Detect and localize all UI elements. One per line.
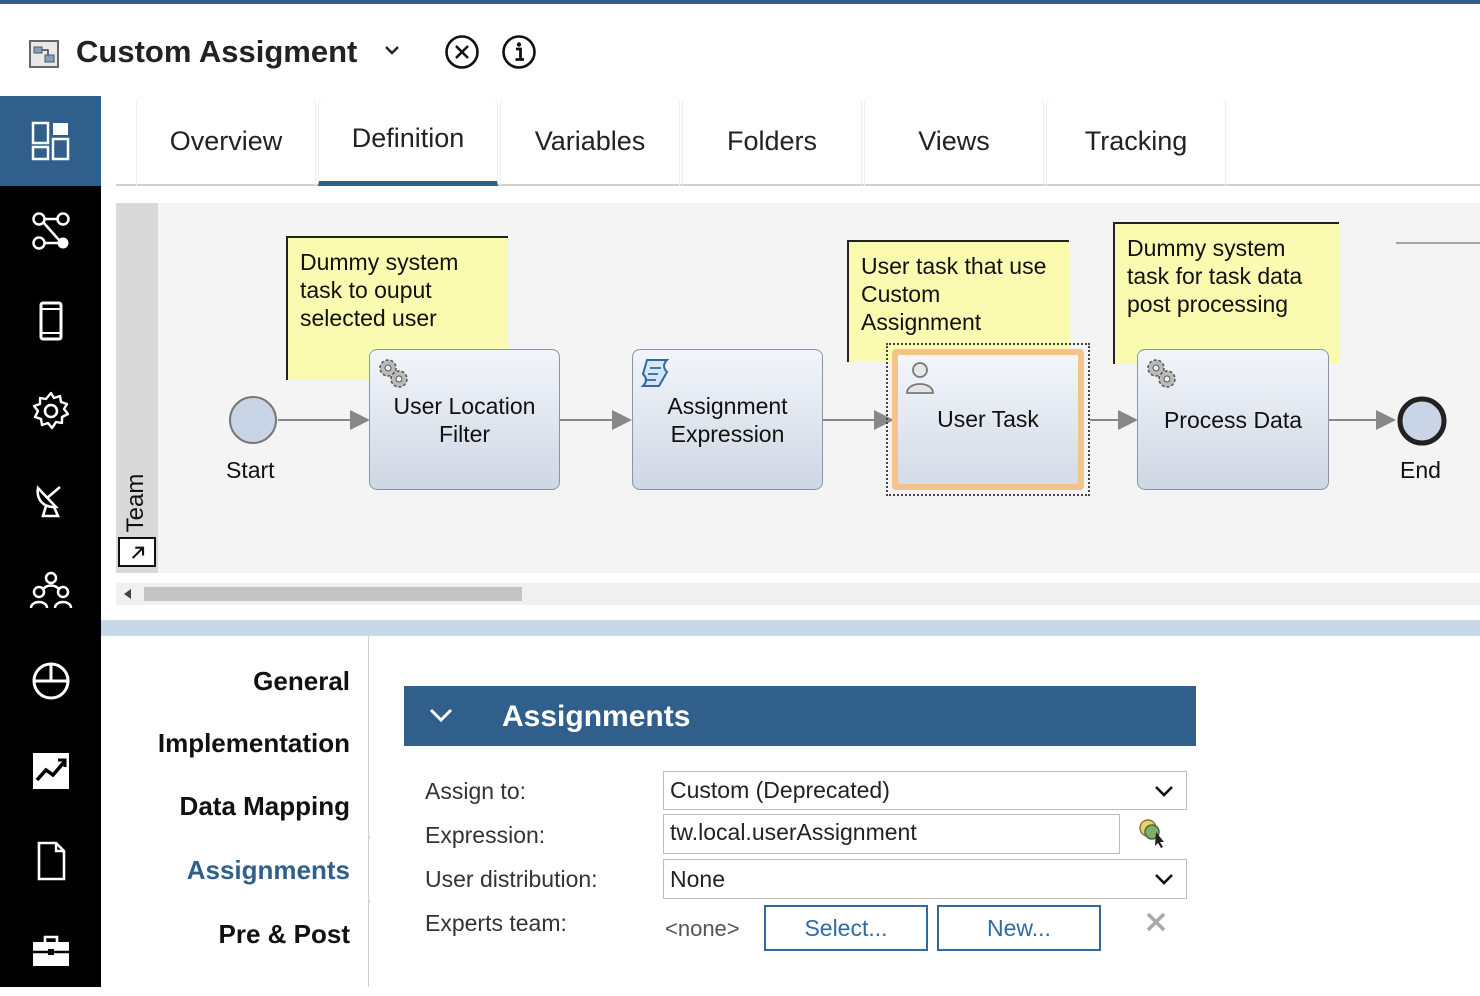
tab-views[interactable]: Views [864, 96, 1044, 186]
nav-process-item[interactable] [0, 186, 101, 276]
assign-to-label: Assign to: [425, 778, 526, 804]
distribution-value: None [670, 865, 725, 892]
nav-files-item[interactable] [0, 816, 101, 906]
close-icon[interactable] [444, 34, 480, 70]
chevron-down-icon [1155, 786, 1173, 797]
process-diagram-canvas[interactable]: Team Start Dummy system task to ouput se… [116, 203, 1480, 573]
nav-reports-item[interactable] [0, 636, 101, 726]
variable-picker-icon[interactable] [1136, 816, 1170, 848]
nav-mobile-item[interactable] [0, 276, 101, 366]
nav-teams-item[interactable] [0, 546, 101, 636]
canvas-horizontal-scrollbar[interactable] [116, 583, 1480, 605]
experts-team-value: <none> [665, 916, 740, 941]
toolbox-icon [32, 935, 69, 966]
satellite-dish-icon [35, 485, 61, 518]
chevron-down-icon[interactable] [382, 40, 402, 60]
panel-splitter[interactable] [101, 620, 1480, 636]
assign-to-value: Custom (Deprecated) [670, 777, 890, 803]
task-user-task[interactable]: User Task [892, 349, 1084, 490]
scrollbar-thumb[interactable] [144, 587, 522, 601]
user-icon [906, 362, 934, 394]
task-label: Assignment Expression [667, 392, 788, 447]
new-team-button[interactable]: New... [937, 905, 1101, 951]
chevron-down-icon[interactable] [428, 704, 454, 726]
ptab-data-mapping[interactable]: Data Mapping [180, 791, 350, 822]
process-app-icon [29, 40, 59, 68]
dashboard-icon [31, 121, 69, 161]
start-event[interactable] [228, 395, 278, 445]
pie-chart-icon [32, 662, 69, 700]
tab-definition[interactable]: Definition [318, 96, 498, 186]
expression-input[interactable]: tw.local.userAssignment [663, 814, 1120, 854]
nav-events-item[interactable] [0, 456, 101, 546]
assign-to-select[interactable]: Custom (Deprecated) [663, 771, 1187, 810]
tab-folders[interactable]: Folders [682, 96, 862, 186]
chevron-down-icon [1155, 874, 1173, 885]
tab-variables[interactable]: Variables [500, 96, 680, 186]
tab-tracking[interactable]: Tracking [1046, 96, 1226, 186]
task-user-location-filter[interactable]: User Location Filter [369, 349, 560, 490]
page-title[interactable]: Custom Assigment [76, 34, 357, 70]
section-title: Assignments [502, 700, 691, 733]
select-team-button[interactable]: Select... [764, 905, 928, 951]
ptab-general[interactable]: General [253, 666, 350, 697]
scroll-left-icon[interactable] [124, 589, 131, 599]
nav-overview-item[interactable] [0, 96, 101, 186]
team-icon [29, 571, 72, 609]
gears-icon [1147, 359, 1176, 388]
note-post-processing[interactable]: Dummy system task for task data post pro… [1113, 222, 1339, 364]
distribution-label: User distribution: [425, 866, 598, 892]
start-label: Start [226, 457, 275, 483]
task-label: User Task [937, 406, 1039, 432]
nav-trends-item[interactable] [0, 726, 101, 816]
mobile-icon [39, 301, 62, 341]
task-label: User Location Filter [393, 392, 536, 447]
editor-tabs: Overview Definition Variables Folders Vi… [116, 96, 1480, 186]
nav-toolkits-item[interactable] [0, 906, 101, 996]
task-assignment-expression[interactable]: Assignment Expression [632, 349, 823, 490]
expression-value: tw.local.userAssignment [670, 819, 917, 845]
experts-team-label: Experts team: [425, 910, 567, 936]
nav-settings-item[interactable] [0, 366, 101, 456]
process-flow-icon [31, 212, 70, 250]
task-label: Process Data [1163, 406, 1303, 433]
title-bar: Custom Assigment [0, 4, 1480, 96]
end-event[interactable] [1396, 395, 1448, 447]
gear-icon [32, 391, 69, 430]
document-icon [37, 841, 65, 881]
distribution-select[interactable]: None [663, 859, 1187, 899]
ptab-assignments[interactable]: Assignments [187, 855, 350, 886]
expression-label: Expression: [425, 822, 546, 848]
clear-icon[interactable] [1144, 910, 1168, 934]
property-tabs: General Implementation Data Mapping Assi… [101, 636, 369, 987]
script-icon [640, 359, 670, 387]
task-process-data[interactable]: Process Data [1137, 349, 1329, 490]
gears-icon [379, 359, 408, 388]
trend-chart-icon [32, 753, 69, 789]
tab-overview[interactable]: Overview [136, 96, 316, 186]
assignments-section-header[interactable]: Assignments [404, 686, 1196, 746]
end-label: End [1400, 457, 1441, 483]
ptab-implementation[interactable]: Implementation [158, 728, 350, 759]
left-navigation [0, 96, 101, 987]
info-icon[interactable] [501, 34, 537, 70]
ptab-pre-post[interactable]: Pre & Post [219, 919, 351, 950]
